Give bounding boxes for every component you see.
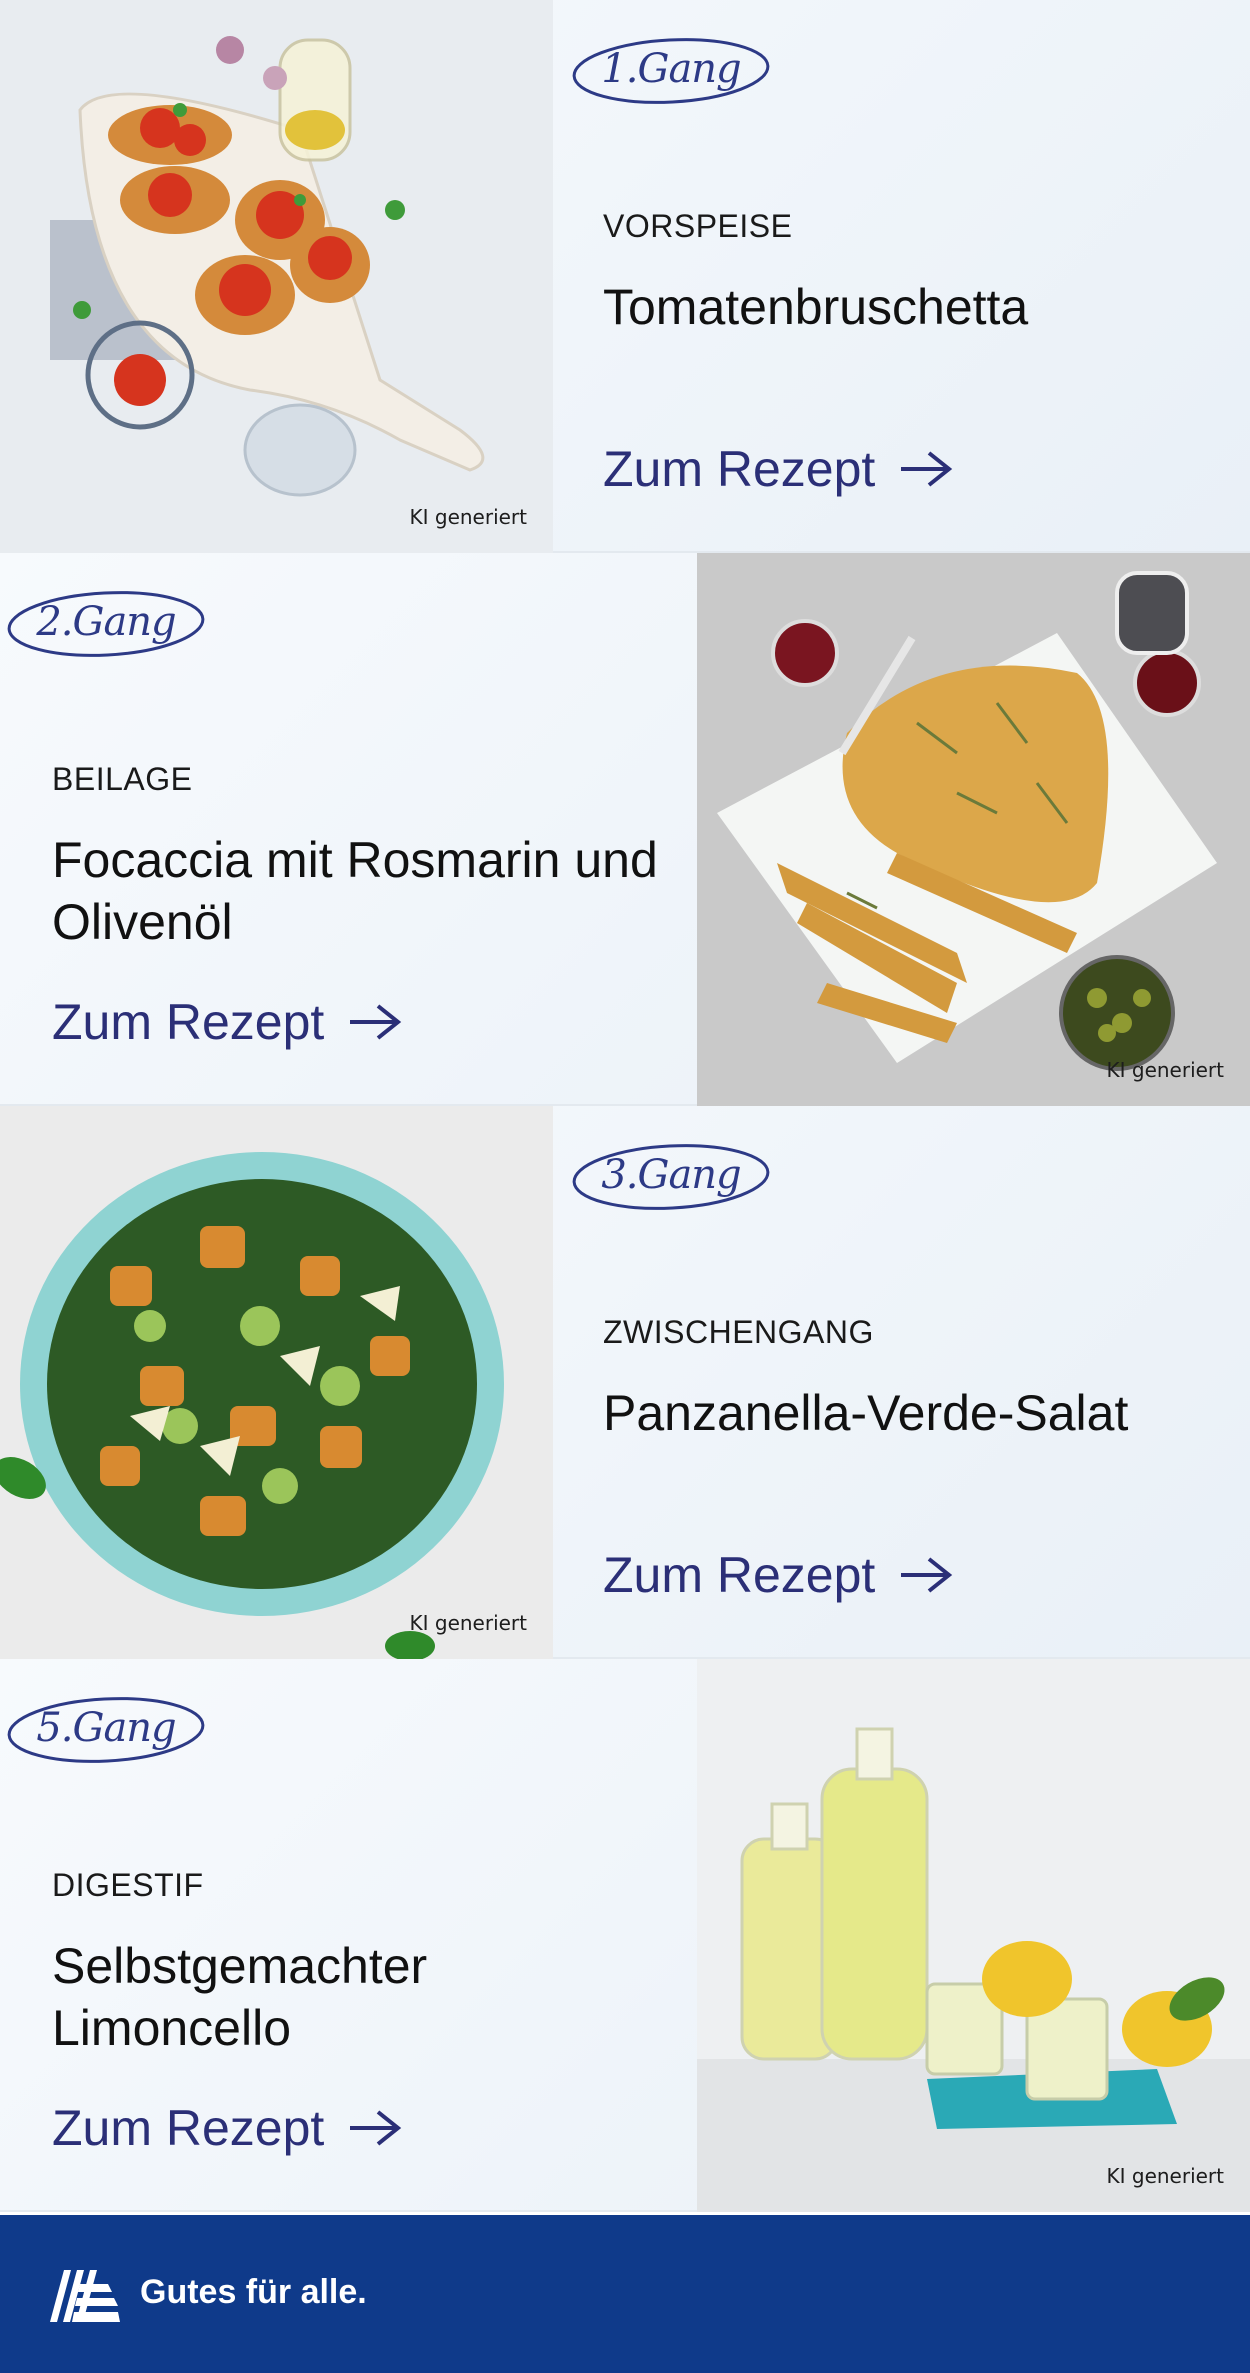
course-text-3: 3.Gang ZWISCHENGANG Panzanella-Verde-Sal… (553, 1106, 1250, 1659)
limoncello-image[interactable]: KI generiert (697, 1659, 1250, 2212)
brand-slogan: Gutes für alle. (140, 2273, 367, 2311)
bruschetta-image[interactable]: KI generiert (0, 0, 553, 553)
course-title: Panzanella-Verde-Salat (603, 1385, 1129, 1441)
course-text-1: 1.Gang VORSPEISE Tomatenbruschetta Zum R… (553, 0, 1250, 553)
course-card-2: 2.Gang BEILAGE Focaccia mit Rosmarin und… (0, 553, 1250, 1106)
gang-badge: 2.Gang (6, 587, 206, 659)
course-category: BEILAGE (52, 761, 193, 797)
arrow-right-icon (901, 1557, 953, 1593)
gang-badge: 5.Gang (6, 1693, 206, 1765)
brand-logo-icon[interactable] (50, 2270, 120, 2322)
ki-generated-label: KI generiert (409, 1611, 528, 1635)
course-card-1: KI generiert 1.Gang VORSPEISE Tomatenbru… (0, 0, 1250, 553)
course-title: Tomatenbruschetta (603, 279, 1029, 335)
course-title: Focaccia mit Rosmarin und Olivenöl (52, 832, 658, 950)
gang-badge: 1.Gang (571, 34, 771, 106)
arrow-right-icon (901, 451, 953, 487)
recipe-link-label: Zum Rezept (52, 994, 325, 1050)
course-card-5: 5.Gang DIGESTIF Selbstgemachter Limoncel… (0, 1659, 1250, 2212)
course-category: ZWISCHENGANG (603, 1314, 874, 1350)
ki-generated-label: KI generiert (409, 505, 528, 529)
ki-generated-label: KI generiert (1106, 1058, 1225, 1082)
course-category: VORSPEISE (603, 208, 793, 244)
recipe-link-button[interactable]: Zum Rezept (52, 993, 402, 1051)
recipe-link-label: Zum Rezept (603, 441, 876, 497)
course-text-5: 5.Gang DIGESTIF Selbstgemachter Limoncel… (0, 1659, 697, 2212)
recipe-link-button[interactable]: Zum Rezept (603, 440, 953, 498)
recipe-link-label: Zum Rezept (603, 1547, 876, 1603)
recipe-link-label: Zum Rezept (52, 2100, 325, 2156)
course-text-2: 2.Gang BEILAGE Focaccia mit Rosmarin und… (0, 553, 697, 1106)
panzanella-image[interactable]: KI generiert (0, 1106, 553, 1659)
arrow-right-icon (350, 2110, 402, 2146)
course-category: DIGESTIF (52, 1867, 204, 1903)
course-title: Selbstgemachter Limoncello (52, 1938, 428, 2056)
arrow-right-icon (350, 1004, 402, 1040)
gang-badge: 3.Gang (571, 1140, 771, 1212)
recipe-link-button[interactable]: Zum Rezept (603, 1546, 953, 1604)
ki-generated-label: KI generiert (1106, 2164, 1225, 2188)
focaccia-image[interactable]: KI generiert (697, 553, 1250, 1106)
footer: Gutes für alle. (0, 2215, 1250, 2373)
course-card-3: KI generiert 3.Gang ZWISCHENGANG Panzane… (0, 1106, 1250, 1659)
recipe-link-button[interactable]: Zum Rezept (52, 2099, 402, 2157)
